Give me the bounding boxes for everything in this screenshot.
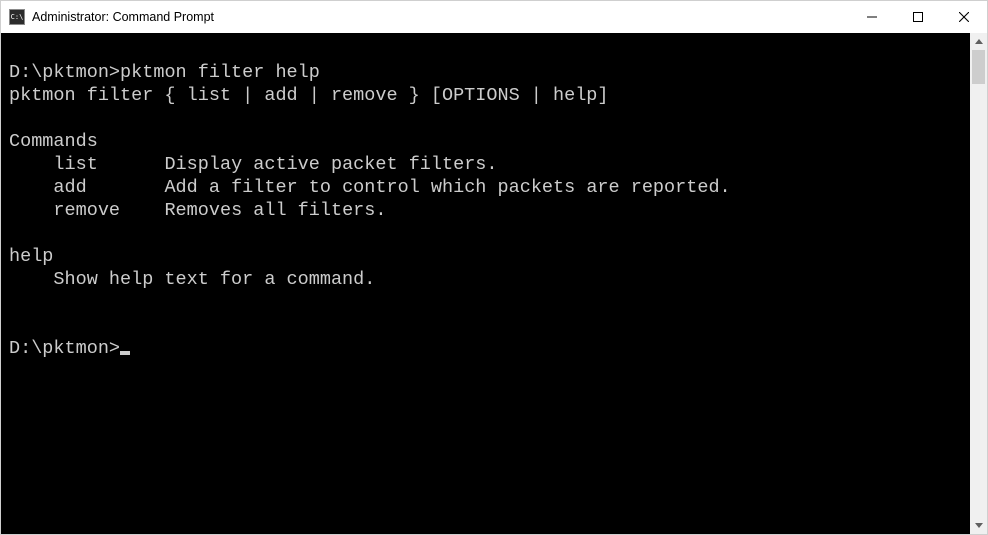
terminal-text-line: pktmon filter { list | add | remove } [O… [9, 84, 970, 107]
command-desc: Display active packet filters. [164, 154, 497, 175]
minimize-icon [867, 12, 877, 22]
command-name: list [53, 154, 164, 175]
command-desc: Removes all filters. [164, 200, 386, 221]
terminal-text-line: Show help text for a command. [9, 268, 970, 291]
terminal-text-line: Commands [9, 130, 970, 153]
cmd-app-icon: C:\ [9, 9, 25, 25]
entered-command: pktmon filter help [120, 62, 320, 83]
command-help-row: add Add a filter to control which packet… [9, 176, 970, 199]
scrollbar-thumb[interactable] [972, 50, 985, 84]
window-title: Administrator: Command Prompt [32, 10, 214, 24]
cursor-icon [120, 351, 130, 355]
minimize-button[interactable] [849, 1, 895, 33]
vertical-scrollbar[interactable] [970, 33, 987, 534]
terminal-output[interactable]: D:\pktmon>pktmon filter helppktmon filte… [1, 33, 970, 534]
scrollbar-track[interactable] [970, 50, 987, 517]
terminal-blank-line [9, 314, 970, 337]
command-name: remove [53, 200, 164, 221]
terminal-blank-line [9, 107, 970, 130]
terminal-prompt-line: D:\pktmon>pktmon filter help [9, 61, 970, 84]
command-desc: Add a filter to control which packets ar… [164, 177, 730, 198]
terminal-text-line: help [9, 245, 970, 268]
prompt-text: D:\pktmon> [9, 338, 120, 359]
scroll-down-arrow-icon[interactable] [970, 517, 987, 534]
scroll-up-arrow-icon[interactable] [970, 33, 987, 50]
terminal-blank-line [9, 222, 970, 245]
command-help-row: list Display active packet filters. [9, 153, 970, 176]
terminal-prompt-line: D:\pktmon> [9, 337, 970, 360]
command-name: add [53, 177, 164, 198]
client-area: D:\pktmon>pktmon filter helppktmon filte… [1, 33, 987, 534]
terminal-blank-line [9, 291, 970, 314]
maximize-button[interactable] [895, 1, 941, 33]
command-help-row: remove Removes all filters. [9, 199, 970, 222]
close-icon [959, 12, 969, 22]
close-button[interactable] [941, 1, 987, 33]
prompt-text: D:\pktmon> [9, 62, 120, 83]
maximize-icon [913, 12, 923, 22]
command-prompt-window: C:\ Administrator: Command Prompt D:\pkt… [0, 0, 988, 535]
titlebar[interactable]: C:\ Administrator: Command Prompt [1, 1, 987, 33]
